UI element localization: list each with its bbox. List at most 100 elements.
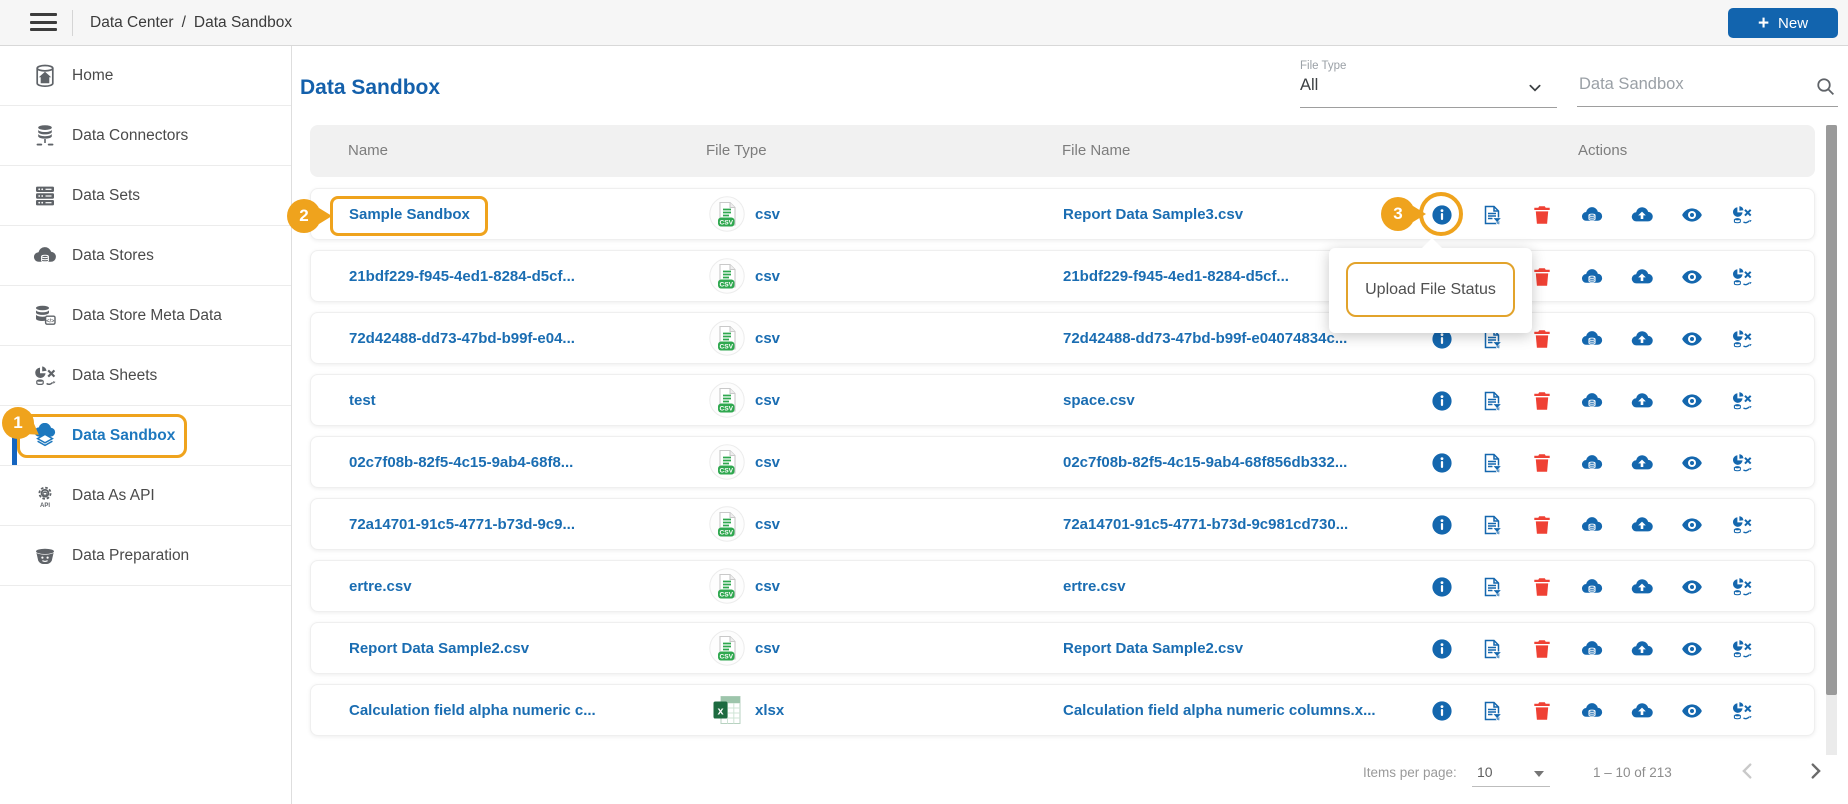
file-filter-icon[interactable] <box>1480 451 1504 475</box>
file-name-link[interactable]: 72a14701-91c5-4771-b73d-9c981cd730... <box>1063 499 1348 549</box>
row-name-link[interactable]: Calculation field alpha numeric c... <box>349 685 596 735</box>
view-icon[interactable] <box>1680 203 1704 227</box>
delete-icon[interactable] <box>1530 637 1554 661</box>
row-name-link[interactable]: 72d42488-dd73-47bd-b99f-e04... <box>349 313 575 363</box>
file-type-label[interactable]: csv <box>755 561 780 611</box>
cloud-upload-icon[interactable] <box>1630 327 1654 351</box>
cloud-data-icon[interactable] <box>1580 575 1604 599</box>
view-icon[interactable] <box>1680 327 1704 351</box>
delete-icon[interactable] <box>1530 265 1554 289</box>
file-name-link[interactable]: space.csv <box>1063 375 1135 425</box>
delete-icon[interactable] <box>1530 451 1554 475</box>
data-sheet-icon[interactable] <box>1730 389 1754 413</box>
cloud-data-icon[interactable] <box>1580 203 1604 227</box>
scrollbar-thumb[interactable] <box>1826 125 1837 695</box>
delete-icon[interactable] <box>1530 513 1554 537</box>
file-filter-icon[interactable] <box>1480 575 1504 599</box>
sidebar-item-data-as-api[interactable]: API Data As API <box>0 466 291 526</box>
row-name-link[interactable]: ertre.csv <box>349 561 412 611</box>
delete-icon[interactable] <box>1530 389 1554 413</box>
file-type-label[interactable]: xlsx <box>755 685 784 735</box>
file-filter-icon[interactable] <box>1480 637 1504 661</box>
file-filter-icon[interactable] <box>1480 513 1504 537</box>
hamburger-menu-icon[interactable] <box>30 13 57 33</box>
sidebar-item-data-stores[interactable]: Data Stores <box>0 226 291 286</box>
file-type-label[interactable]: csv <box>755 375 780 425</box>
cloud-upload-icon[interactable] <box>1630 389 1654 413</box>
file-type-label[interactable]: csv <box>755 189 780 239</box>
view-icon[interactable] <box>1680 699 1704 723</box>
view-icon[interactable] <box>1680 389 1704 413</box>
data-sheet-icon[interactable] <box>1730 637 1754 661</box>
data-sheet-icon[interactable] <box>1730 699 1754 723</box>
data-sheet-icon[interactable] <box>1730 451 1754 475</box>
cloud-upload-icon[interactable] <box>1630 575 1654 599</box>
view-icon[interactable] <box>1680 637 1704 661</box>
view-icon[interactable] <box>1680 451 1704 475</box>
delete-icon[interactable] <box>1530 699 1554 723</box>
file-name-link[interactable]: Calculation field alpha numeric columns.… <box>1063 685 1376 735</box>
previous-page-button[interactable] <box>1737 760 1759 782</box>
sidebar-item-data-store-meta-data[interactable]: </> Data Store Meta Data <box>0 286 291 346</box>
delete-icon[interactable] <box>1530 327 1554 351</box>
data-sheet-icon[interactable] <box>1730 327 1754 351</box>
file-name-link[interactable]: 72d42488-dd73-47bd-b99f-e04074834c... <box>1063 313 1347 363</box>
file-name-link[interactable]: Report Data Sample2.csv <box>1063 623 1243 673</box>
cloud-data-icon[interactable] <box>1580 513 1604 537</box>
data-sheet-icon[interactable] <box>1730 265 1754 289</box>
file-type-select[interactable]: File Type All <box>1300 58 1557 108</box>
view-icon[interactable] <box>1680 513 1704 537</box>
delete-icon[interactable] <box>1530 203 1554 227</box>
items-per-page-select[interactable]: 10 <box>1472 762 1550 787</box>
search-icon[interactable] <box>1815 76 1836 97</box>
file-name-link[interactable]: 21bdf229-f945-4ed1-8284-d5cf... <box>1063 251 1289 301</box>
cloud-upload-icon[interactable] <box>1630 513 1654 537</box>
cloud-data-icon[interactable] <box>1580 637 1604 661</box>
data-sheet-icon[interactable] <box>1730 203 1754 227</box>
cloud-data-icon[interactable] <box>1580 265 1604 289</box>
view-icon[interactable] <box>1680 575 1704 599</box>
cloud-upload-icon[interactable] <box>1630 699 1654 723</box>
view-icon[interactable] <box>1680 265 1704 289</box>
file-type-label[interactable]: csv <box>755 251 780 301</box>
cloud-upload-icon[interactable] <box>1630 637 1654 661</box>
file-type-label[interactable]: csv <box>755 623 780 673</box>
file-name-link[interactable]: Report Data Sample3.csv <box>1063 189 1243 239</box>
sidebar-item-data-connectors[interactable]: Data Connectors <box>0 106 291 166</box>
file-type-label[interactable]: csv <box>755 499 780 549</box>
row-name-link[interactable]: 72a14701-91c5-4771-b73d-9c9... <box>349 499 575 549</box>
info-icon[interactable] <box>1430 513 1454 537</box>
sidebar-item-data-preparation[interactable]: Data Preparation <box>0 526 291 586</box>
sidebar-item-data-sheets[interactable]: Data Sheets <box>0 346 291 406</box>
file-type-label[interactable]: csv <box>755 437 780 487</box>
info-icon[interactable] <box>1430 389 1454 413</box>
data-sheet-icon[interactable] <box>1730 575 1754 599</box>
new-button[interactable]: + New <box>1728 8 1838 38</box>
file-name-link[interactable]: 02c7f08b-82f5-4c15-9ab4-68f856db332... <box>1063 437 1347 487</box>
cloud-upload-icon[interactable] <box>1630 265 1654 289</box>
file-name-link[interactable]: ertre.csv <box>1063 561 1126 611</box>
row-name-link[interactable]: test <box>349 375 376 425</box>
breadcrumb-item-data-center[interactable]: Data Center <box>90 14 174 32</box>
info-icon[interactable] <box>1430 637 1454 661</box>
data-sheet-icon[interactable] <box>1730 513 1754 537</box>
sidebar-item-data-sandbox[interactable]: Data Sandbox <box>0 406 291 466</box>
sidebar-item-data-sets[interactable]: Data Sets <box>0 166 291 226</box>
cloud-data-icon[interactable] <box>1580 327 1604 351</box>
cloud-upload-icon[interactable] <box>1630 203 1654 227</box>
cloud-data-icon[interactable] <box>1580 389 1604 413</box>
cloud-upload-icon[interactable] <box>1630 451 1654 475</box>
file-filter-icon[interactable] <box>1480 203 1504 227</box>
breadcrumb-item-data-sandbox[interactable]: Data Sandbox <box>194 14 292 32</box>
info-icon[interactable] <box>1430 699 1454 723</box>
info-icon[interactable] <box>1430 451 1454 475</box>
search-input[interactable] <box>1577 74 1806 95</box>
sidebar-item-home[interactable]: Home <box>0 46 291 106</box>
delete-icon[interactable] <box>1530 575 1554 599</box>
file-filter-icon[interactable] <box>1480 699 1504 723</box>
next-page-button[interactable] <box>1804 760 1826 782</box>
info-icon[interactable] <box>1430 575 1454 599</box>
row-name-link[interactable]: Report Data Sample2.csv <box>349 623 529 673</box>
file-type-label[interactable]: csv <box>755 313 780 363</box>
scrollbar-track[interactable] <box>1826 125 1837 755</box>
